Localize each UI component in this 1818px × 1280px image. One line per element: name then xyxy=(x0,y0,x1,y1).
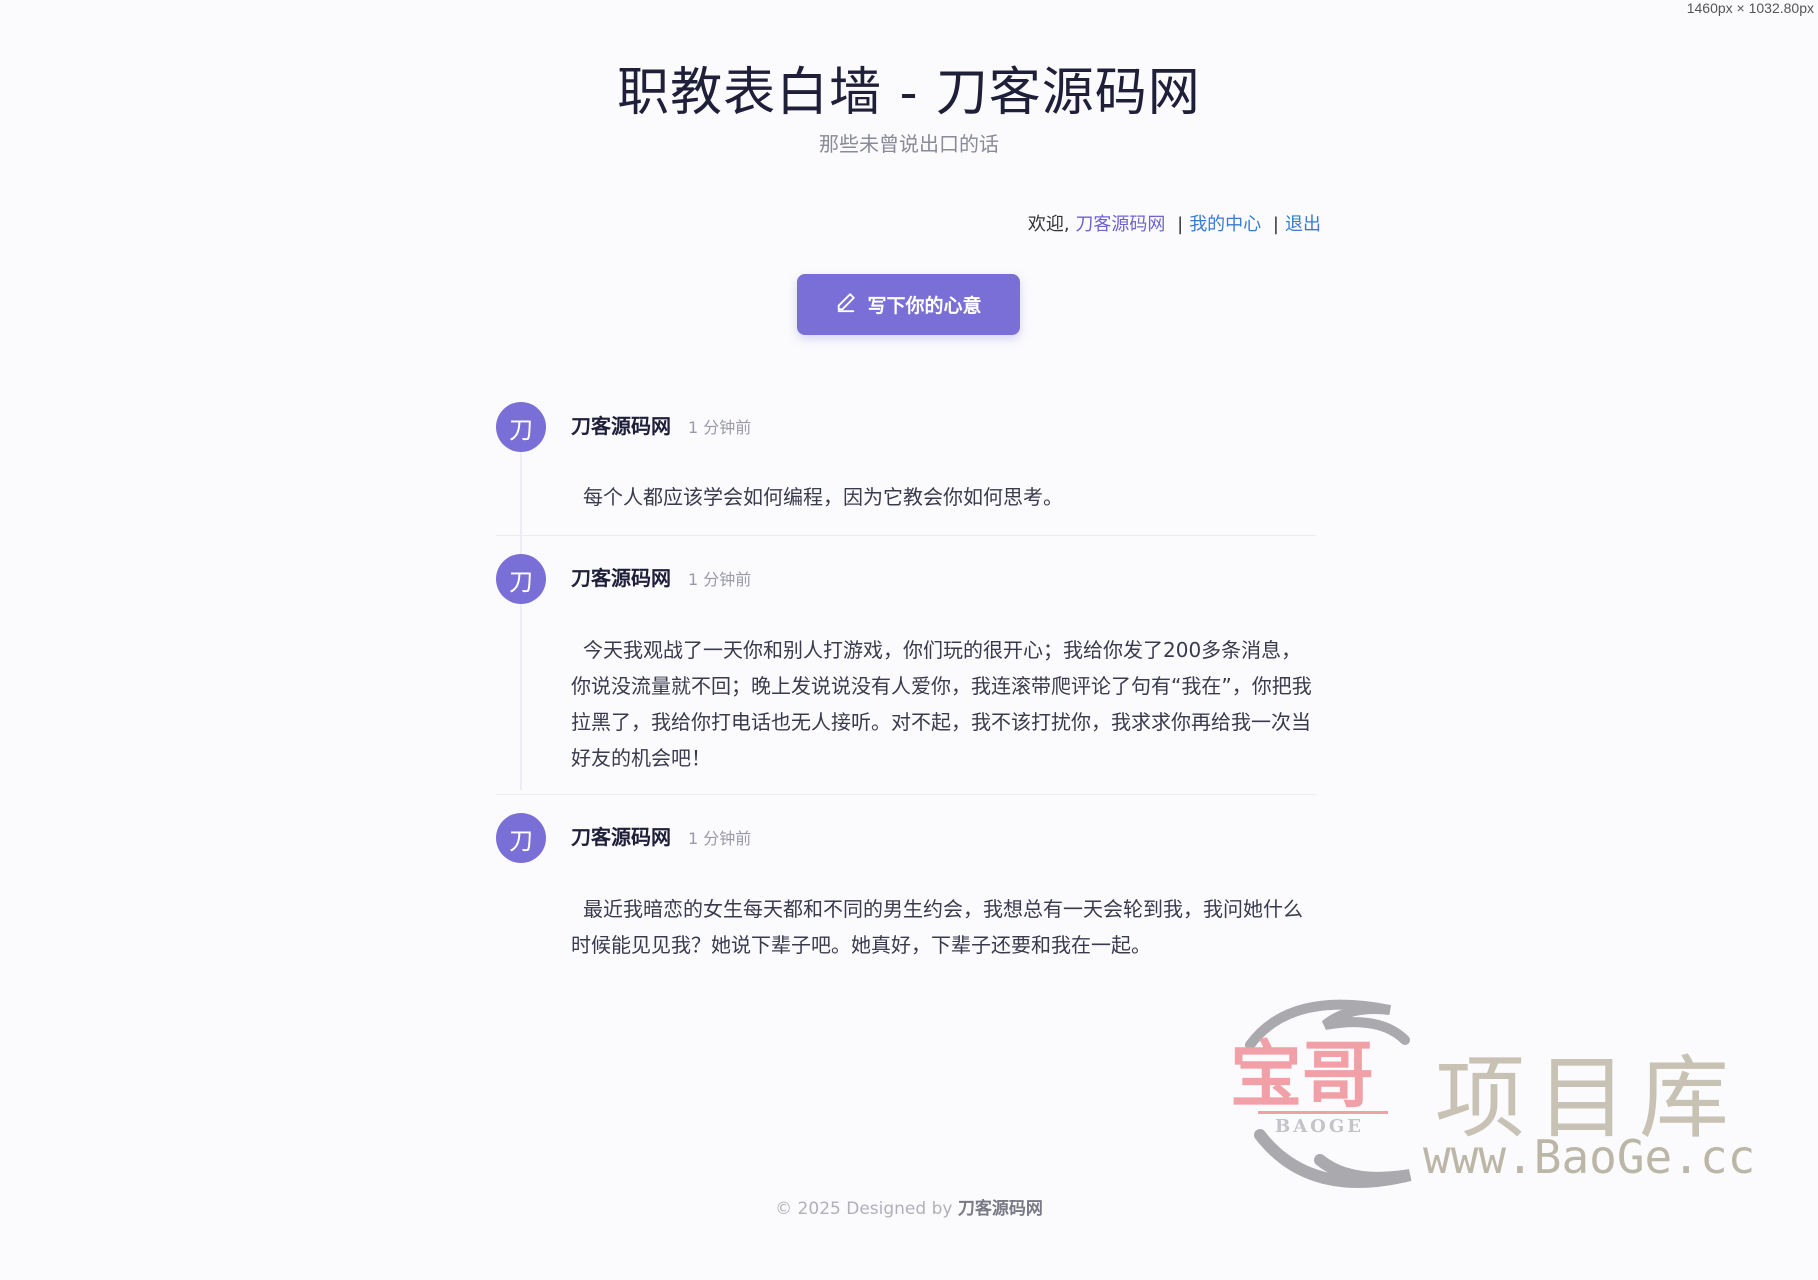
post-time: 1 分钟前 xyxy=(688,570,752,589)
write-message-button[interactable]: 写下你的心意 xyxy=(797,274,1020,335)
baoge-logo-icon: 宝哥 BAOGE xyxy=(1230,999,1412,1188)
footer-prefix: © 2025 Designed by xyxy=(775,1199,953,1219)
post-author: 刀客源码网 xyxy=(571,825,671,849)
avatar: 刀 xyxy=(496,402,546,452)
post-item: 刀 刀客源码网 1 分钟前 最近我暗恋的女生每天都和不同的男生约会，我想总有一天… xyxy=(496,813,1316,973)
logout-link[interactable]: 退出 xyxy=(1285,214,1321,235)
welcome-text: 欢迎, xyxy=(1027,214,1070,235)
page-subtitle: 那些未曾说出口的话 xyxy=(819,132,999,156)
post-time: 1 分钟前 xyxy=(688,829,752,848)
separator: | xyxy=(1177,214,1184,235)
watermark-url: www.BaoGe.cc xyxy=(1423,1130,1756,1184)
my-center-link[interactable]: 我的中心 xyxy=(1189,214,1261,235)
post-item: 刀 刀客源码网 1 分钟前 每个人都应该学会如何编程，因为它教会你如何思考。 xyxy=(496,402,1316,537)
post-divider xyxy=(496,794,1316,795)
post-author: 刀客源码网 xyxy=(571,414,671,438)
avatar: 刀 xyxy=(496,813,546,863)
post-content: 最近我暗恋的女生每天都和不同的男生约会，我想总有一天会轮到我，我问她什么时候能见… xyxy=(571,897,1303,957)
post-item: 刀 刀客源码网 1 分钟前 今天我观战了一天你和别人打游戏，你们玩的很开心；我给… xyxy=(496,554,1316,796)
separator: | xyxy=(1272,214,1279,235)
post-content: 每个人都应该学会如何编程，因为它教会你如何思考。 xyxy=(583,485,1063,509)
post-divider xyxy=(496,535,1316,536)
post-time: 1 分钟前 xyxy=(688,418,752,437)
user-bar: 欢迎, 刀客源码网 | 我的中心 | 退出 xyxy=(1028,210,1321,236)
viewport-size-label: 1460px × 1032.80px xyxy=(1686,0,1814,16)
post-content: 今天我观战了一天你和别人打游戏，你们玩的很开心；我给你发了200多条消息，你说没… xyxy=(571,638,1312,770)
post-author: 刀客源码网 xyxy=(571,566,671,590)
footer-brand: 刀客源码网 xyxy=(957,1199,1043,1219)
svg-text:BAOGE: BAOGE xyxy=(1275,1116,1364,1137)
write-button-label: 写下你的心意 xyxy=(867,295,982,317)
page-title: 职教表白墙 - 刀客源码网 xyxy=(617,63,1201,123)
footer: © 2025 Designed by 刀客源码网 xyxy=(0,1194,1818,1219)
svg-text:宝哥: 宝哥 xyxy=(1230,1033,1374,1117)
watermark: 宝哥 BAOGE 项目库 www.BaoGe.cc xyxy=(1230,985,1770,1200)
avatar: 刀 xyxy=(496,554,546,604)
pencil-icon xyxy=(835,291,857,318)
username-link[interactable]: 刀客源码网 xyxy=(1075,214,1165,235)
